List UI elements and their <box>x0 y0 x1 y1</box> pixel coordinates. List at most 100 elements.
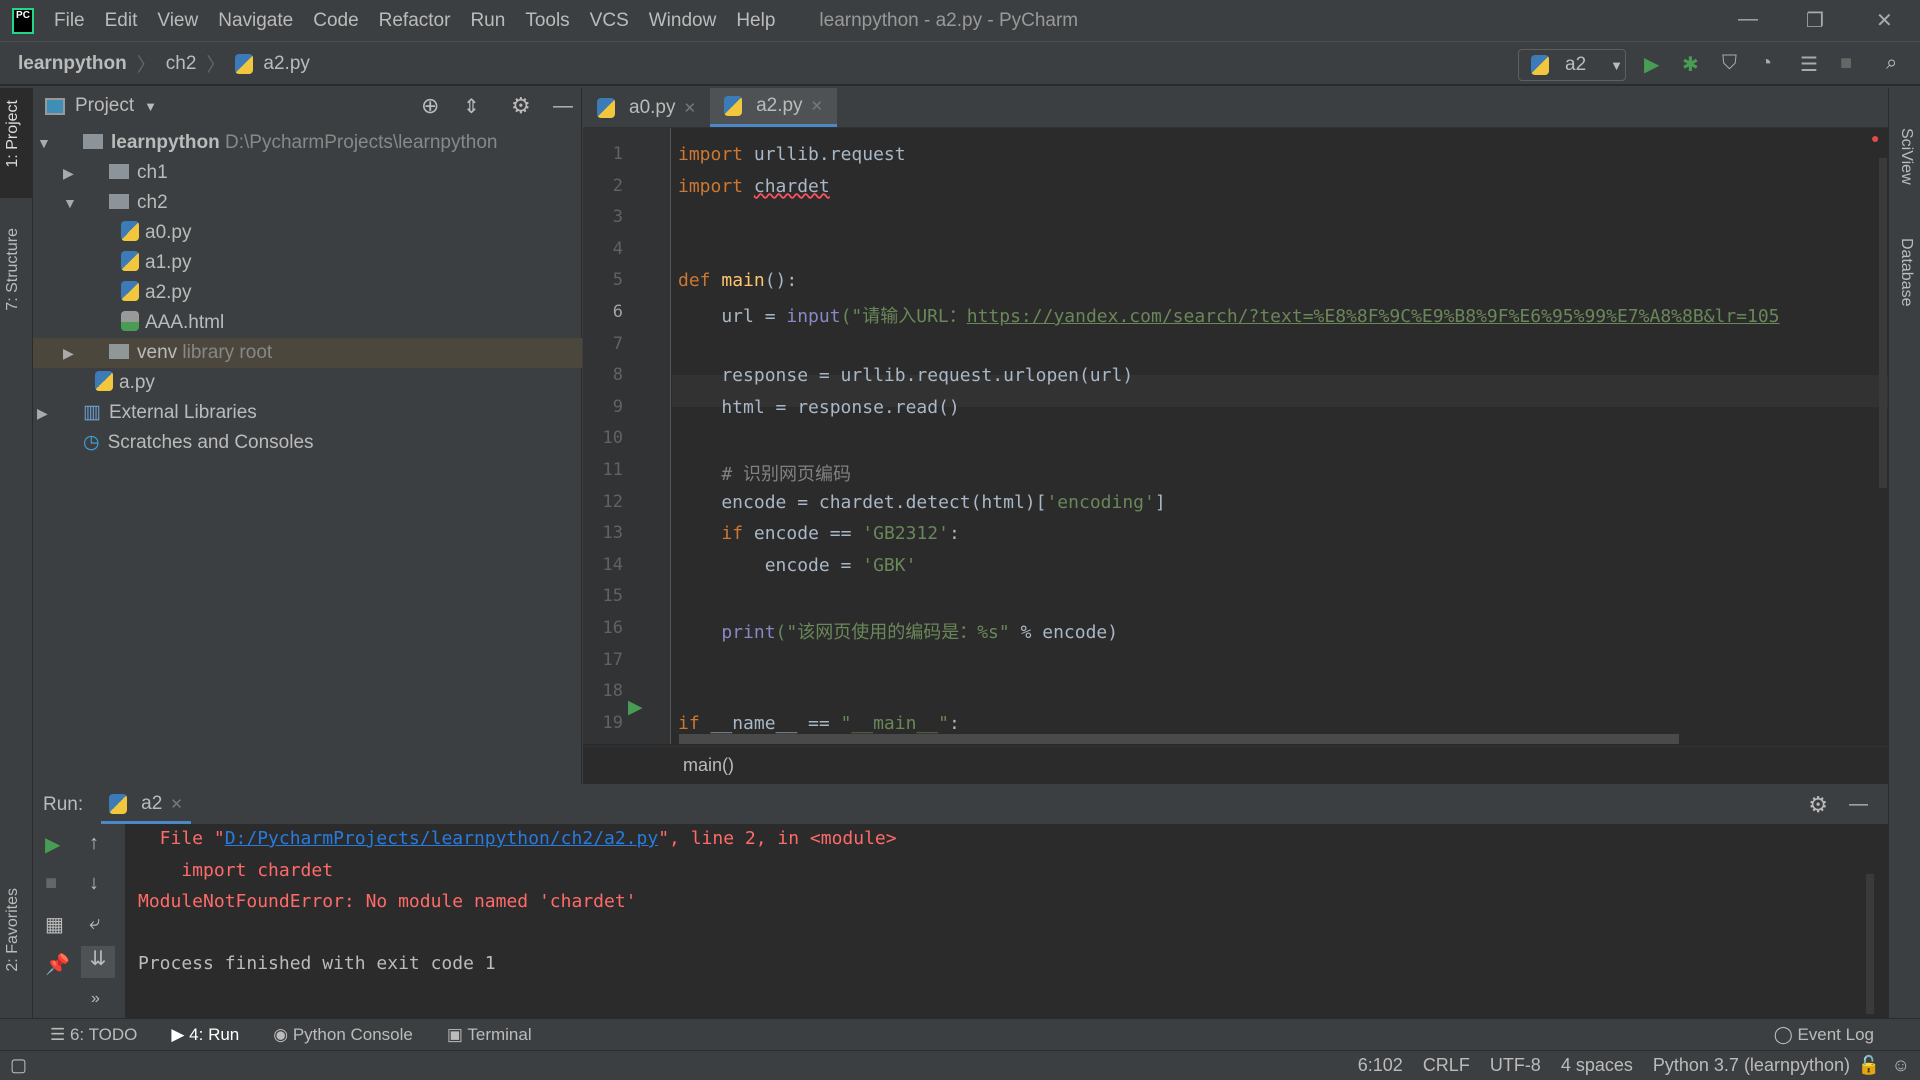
tool-tab-structure[interactable]: 7: Structure <box>4 228 22 311</box>
minimize-button[interactable]: — <box>1738 8 1758 31</box>
rerun-icon[interactable]: ▶ <box>45 832 60 857</box>
line-number: 19 <box>602 712 623 733</box>
code-line: response = urllib.request.urlopen(url) <box>678 365 1134 387</box>
tab-a2[interactable]: a2.py ✕ <box>710 88 838 127</box>
line-number: 14 <box>602 554 623 575</box>
file-encoding[interactable]: UTF-8 <box>1490 1055 1541 1076</box>
console-scrollbar[interactable] <box>1866 874 1874 1014</box>
menu-help[interactable]: Help <box>736 10 775 32</box>
restore-button[interactable]: ❐ <box>1806 8 1824 33</box>
interpreter[interactable]: Python 3.7 (learnpython) <box>1653 1055 1850 1076</box>
tree-item-external-libraries[interactable]: ▶ ▥ External Libraries <box>33 398 582 428</box>
run-icon[interactable]: ▶ <box>1644 52 1659 77</box>
close-button[interactable]: ✕ <box>1876 8 1893 33</box>
search-icon[interactable]: ⌕ <box>1886 52 1897 75</box>
tree-item-a-py[interactable]: a.py <box>33 368 582 398</box>
tree-item-aaa-html[interactable]: AAA.html <box>33 308 582 338</box>
horizontal-scrollbar[interactable] <box>679 734 1679 744</box>
project-icon <box>45 97 65 115</box>
gear-icon[interactable]: ⚙ <box>1808 792 1828 818</box>
run-config-dropdown[interactable]: a2 ▼ <box>1518 49 1626 81</box>
indent[interactable]: 4 spaces <box>1561 1055 1633 1076</box>
run-label: Run: <box>43 794 84 815</box>
up-arrow-icon[interactable]: ↑ <box>89 832 99 855</box>
event-log[interactable]: ◯ Event Log <box>1774 1025 1874 1045</box>
code-line: if encode == 'GB2312': <box>721 523 960 545</box>
debug-icon[interactable]: ✱ <box>1682 52 1699 77</box>
locate-icon[interactable]: ⊕ <box>421 93 439 119</box>
lock-icon[interactable]: 🔓 <box>1858 1055 1880 1076</box>
editor-tabs: a0.py ✕ a2.py ✕ <box>583 88 1888 128</box>
tool-todo[interactable]: ☰ 6: TODO <box>50 1025 137 1045</box>
soft-wrap-icon[interactable]: ⤶ <box>89 912 100 935</box>
line-number: 10 <box>602 428 623 449</box>
code-line: # 识别网页编码 <box>678 464 852 485</box>
line-separator[interactable]: CRLF <box>1423 1055 1470 1076</box>
layout-icon[interactable]: ▦ <box>45 912 64 937</box>
menu-view[interactable]: View <box>157 10 198 32</box>
code-line: encode = chardet.detect(html)['encoding'… <box>678 491 1166 513</box>
stop-icon[interactable]: ■ <box>1840 52 1852 75</box>
menu-refactor[interactable]: Refactor <box>379 10 451 32</box>
code-editor[interactable]: a0.py ✕ a2.py ✕ 1 2 3 4 5 6 7 8 9 10 11 12 13 14 15 16 17 1… <box>583 88 1888 784</box>
build-icon[interactable]: ☰ <box>1800 52 1818 77</box>
run-gutter-icon[interactable]: ▶ <box>628 696 643 719</box>
gear-icon[interactable]: ⚙ <box>511 93 531 119</box>
menu-tools[interactable]: Tools <box>525 10 569 32</box>
run-tab-a2[interactable]: a2 ✕ <box>101 787 191 824</box>
tool-tab-favorites[interactable]: 2: Favorites <box>4 888 22 972</box>
hide-icon[interactable]: — <box>553 95 573 118</box>
tool-tab-sciview[interactable]: SciView <box>1897 128 1915 185</box>
tree-item-ch1[interactable]: ▶ ch1 <box>33 158 582 188</box>
line-number: 4 <box>612 238 623 259</box>
caret-position[interactable]: 6:102 <box>1358 1055 1403 1076</box>
project-view-dropdown[interactable]: Project <box>75 95 134 117</box>
close-icon[interactable]: ✕ <box>683 99 696 117</box>
close-icon[interactable]: ✕ <box>811 97 824 115</box>
error-indicator-icon[interactable]: ● <box>1871 130 1879 146</box>
menu-code[interactable]: Code <box>313 10 358 32</box>
crumb-project[interactable]: learnpython <box>18 53 127 75</box>
tree-item-a0[interactable]: a0.py <box>33 218 582 248</box>
line-number: 2 <box>612 175 623 196</box>
code-line: print("该网页使用的编码是：%s" % encode) <box>721 622 1119 643</box>
menu-window[interactable]: Window <box>649 10 717 32</box>
tool-terminal[interactable]: ▣ Terminal <box>447 1025 532 1045</box>
chevron-down-icon: ▼ <box>1610 57 1624 73</box>
stop-icon[interactable]: ■ <box>45 872 57 895</box>
coverage-icon[interactable]: ⛉ <box>1722 52 1737 75</box>
tree-item-a1[interactable]: a1.py <box>33 248 582 278</box>
tool-python-console[interactable]: ◉ Python Console <box>273 1025 413 1045</box>
menu-run[interactable]: Run <box>470 10 505 32</box>
tool-tab-database[interactable]: Database <box>1897 238 1915 307</box>
tab-a0[interactable]: a0.py ✕ <box>583 88 710 127</box>
python-file-icon <box>235 53 254 74</box>
toggle-tool-windows-icon[interactable]: ▢ <box>10 1055 27 1076</box>
crumb-file[interactable]: a2.py <box>263 53 309 75</box>
tree-item-venv[interactable]: ▶ venv library root <box>33 338 582 368</box>
tool-run[interactable]: ▶ 4: Run <box>171 1025 239 1045</box>
line-number: 5 <box>612 270 623 291</box>
hide-icon[interactable]: — <box>1849 794 1868 816</box>
vertical-scrollbar[interactable] <box>1879 158 1887 488</box>
tree-item-scratches[interactable]: ◷ Scratches and Consoles <box>33 428 582 458</box>
menu-file[interactable]: File <box>54 10 85 32</box>
collapse-all-icon[interactable]: ⇕ <box>463 94 480 119</box>
profile-icon[interactable]: ◔ <box>1760 52 1772 75</box>
tree-item-root[interactable]: ▼ learnpython D:\PycharmProjects\learnpyt… <box>33 128 582 158</box>
more-icon[interactable]: » <box>91 990 100 1008</box>
menu-navigate[interactable]: Navigate <box>218 10 293 32</box>
menu-edit[interactable]: Edit <box>105 10 138 32</box>
pin-icon[interactable]: 📌 <box>45 952 70 977</box>
crumb-folder[interactable]: ch2 <box>166 53 197 75</box>
tree-item-ch2[interactable]: ▼ ch2 <box>33 188 582 218</box>
gutter: 1234567891011121314151617181920 <box>583 128 671 764</box>
inspector-icon[interactable]: ☺ <box>1892 1055 1910 1076</box>
scroll-to-end-icon[interactable]: ⇊ <box>81 946 115 978</box>
file-link[interactable]: D:/PycharmProjects/learnpython/ch2/a2.py <box>225 828 658 849</box>
tree-item-a2[interactable]: a2.py <box>33 278 582 308</box>
tool-tab-project[interactable]: 1: Project <box>4 100 22 168</box>
close-icon[interactable]: ✕ <box>170 795 183 813</box>
menu-vcs[interactable]: VCS <box>590 10 629 32</box>
down-arrow-icon[interactable]: ↓ <box>89 872 99 895</box>
